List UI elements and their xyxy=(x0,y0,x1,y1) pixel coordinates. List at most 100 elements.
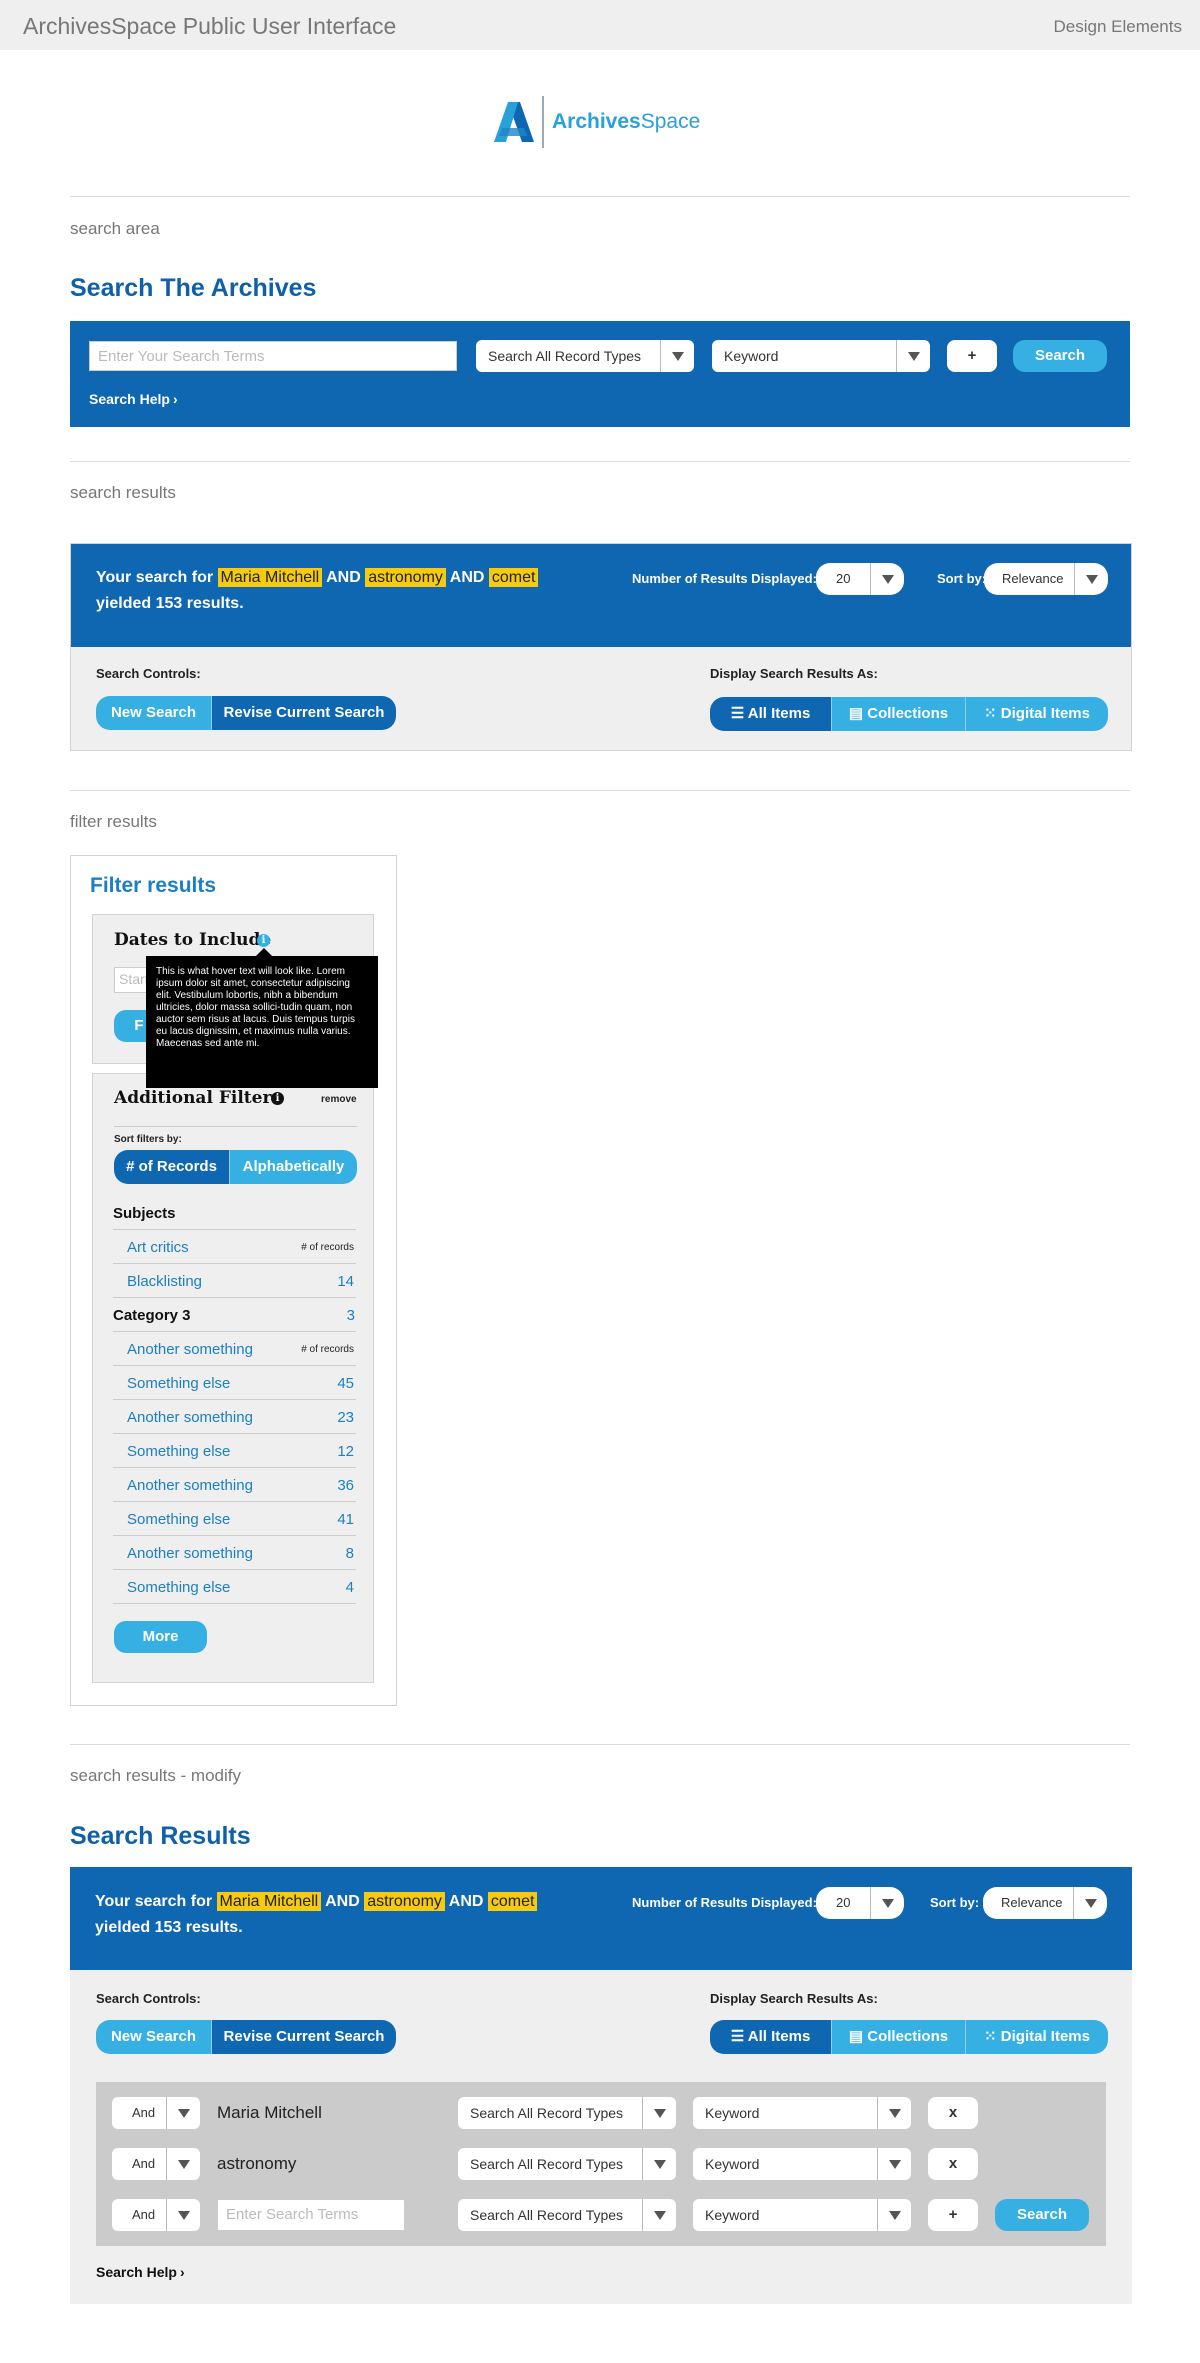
search-terms-input[interactable]: Enter Your Search Terms xyxy=(89,341,457,371)
search-help-link[interactable]: Search Help › xyxy=(96,2264,185,2280)
remove-row-button[interactable]: x xyxy=(928,2097,978,2129)
field-select[interactable]: Keyword xyxy=(693,2097,911,2129)
top-bar: ArchivesSpace Public User Interface Desi… xyxy=(0,0,1200,50)
results-per-page-value: 20 xyxy=(836,571,851,586)
chevron-down-icon xyxy=(642,2097,676,2129)
sort-alphabetically-button[interactable]: Alphabetically xyxy=(229,1150,357,1184)
design-elements-link[interactable]: Design Elements xyxy=(1053,17,1182,37)
results-per-page-select[interactable]: 20 xyxy=(816,563,904,595)
results-displayed-label: Number of Results Displayed: xyxy=(632,571,817,586)
search-button[interactable]: Search xyxy=(995,2199,1089,2231)
field-select[interactable]: Keyword xyxy=(712,340,930,372)
sort-by-value: Relevance xyxy=(1001,1895,1063,1910)
document-icon: ▤ xyxy=(848,2028,868,2045)
info-tooltip: This is what hover text will look like. … xyxy=(146,948,378,1088)
chevron-down-icon xyxy=(166,2199,200,2231)
sort-by-label: Sort by: xyxy=(930,1895,980,1910)
dates-title: Dates to Include xyxy=(114,930,272,950)
document-icon: ▤ xyxy=(848,705,868,722)
search-term-highlight: Maria Mitchell xyxy=(217,568,323,587)
record-type-select[interactable]: Search All Record Types xyxy=(458,2097,676,2129)
boolean-operator-select[interactable]: And xyxy=(112,2097,200,2129)
logo-divider xyxy=(542,96,544,148)
grid-icon: ⁙ xyxy=(984,705,1001,722)
filter-facet-row[interactable]: Something else 45 xyxy=(113,1366,356,1400)
view-collections-tab[interactable]: ▤ Collections xyxy=(831,2020,965,2054)
section-divider xyxy=(70,1744,1130,1745)
revise-search-button[interactable]: Revise Current Search xyxy=(211,696,396,730)
record-type-select[interactable]: Search All Record Types xyxy=(458,2199,676,2231)
boolean-operator-select[interactable]: And xyxy=(112,2148,200,2180)
info-icon[interactable]: i xyxy=(257,934,270,947)
search-button[interactable]: Search xyxy=(1013,340,1107,372)
field-value: Keyword xyxy=(724,348,779,364)
query-term[interactable]: Maria Mitchell xyxy=(217,2103,322,2123)
chevron-down-icon xyxy=(1073,1887,1107,1919)
chevron-down-icon xyxy=(166,2148,200,2180)
more-filters-button[interactable]: More xyxy=(114,1621,207,1653)
record-type-select[interactable]: Search All Record Types xyxy=(476,340,694,372)
results-count: yielded 153 results. xyxy=(95,1919,243,1936)
view-digital-items-tab[interactable]: ⁙ Digital Items xyxy=(965,2020,1108,2054)
results-per-page-value: 20 xyxy=(836,1895,851,1910)
additional-filters-title: Additional Filters xyxy=(114,1088,282,1108)
filter-facet-row[interactable]: Blacklisting 14 xyxy=(113,1264,356,1298)
search-term-highlight: Maria Mitchell xyxy=(216,1892,322,1911)
search-term-highlight: comet xyxy=(488,568,539,587)
filter-facet-row[interactable]: Art critics # of records xyxy=(113,1230,356,1264)
search-controls-label: Search Controls: xyxy=(96,666,201,681)
results-displayed-label: Number of Results Displayed: xyxy=(632,1895,817,1910)
display-mode-toggle: ☰ All Items ▤ Collections ⁙ Digital Item… xyxy=(710,697,1108,731)
search-term-highlight: astronomy xyxy=(365,568,446,587)
chevron-down-icon xyxy=(660,340,694,372)
field-select[interactable]: Keyword xyxy=(693,2148,911,2180)
sort-by-records-button[interactable]: # of Records xyxy=(114,1150,229,1184)
archivesspace-logo[interactable]: ArchivesSpace xyxy=(494,96,714,148)
additional-filters-panel: Additional Filters i remove Sort filters… xyxy=(92,1073,374,1683)
new-search-button[interactable]: New Search xyxy=(96,696,211,730)
section-label-search-modify: search results - modify xyxy=(70,1766,241,1785)
filter-facet-row[interactable]: Another something 23 xyxy=(113,1400,356,1434)
filter-facet-row[interactable]: Something else 41 xyxy=(113,1502,356,1536)
chevron-down-icon xyxy=(642,2148,676,2180)
section-label-filter-results: filter results xyxy=(70,812,157,831)
archivesspace-logo-icon xyxy=(494,102,534,142)
query-term-input[interactable]: Enter Search Terms xyxy=(217,2199,405,2231)
sort-by-select[interactable]: Relevance xyxy=(983,1887,1107,1919)
section-divider xyxy=(70,461,1130,462)
sort-filters-toggle: # of Records Alphabetically xyxy=(114,1150,357,1184)
query-term[interactable]: astronomy xyxy=(217,2154,296,2174)
field-select[interactable]: Keyword xyxy=(693,2199,911,2231)
filter-facet-row[interactable]: Something else 4 xyxy=(113,1570,356,1604)
filter-facet-row[interactable]: Another something 36 xyxy=(113,1468,356,1502)
add-row-button[interactable]: + xyxy=(947,340,997,372)
chevron-down-icon xyxy=(877,2199,911,2231)
view-all-items-tab[interactable]: ☰ All Items xyxy=(710,2020,831,2054)
sort-by-select[interactable]: Relevance xyxy=(984,563,1108,595)
app-title: ArchivesSpace Public User Interface xyxy=(23,13,397,39)
add-row-button[interactable]: + xyxy=(928,2199,978,2231)
category-3-heading: Category 3 xyxy=(113,1307,191,1324)
subjects-heading: Subjects xyxy=(113,1205,176,1222)
search-controls-toggle: New Search Revise Current Search xyxy=(96,696,396,730)
view-digital-items-tab[interactable]: ⁙ Digital Items xyxy=(965,697,1108,731)
category-3-count: 3 xyxy=(346,1307,355,1324)
filter-facet-row[interactable]: Something else 12 xyxy=(113,1434,356,1468)
remove-row-button[interactable]: x xyxy=(928,2148,978,2180)
chevron-down-icon xyxy=(877,2148,911,2180)
results-per-page-select[interactable]: 20 xyxy=(816,1887,904,1919)
filter-facet-row[interactable]: Another something # of records xyxy=(113,1332,356,1366)
view-all-items-tab[interactable]: ☰ All Items xyxy=(710,697,831,731)
record-type-select[interactable]: Search All Record Types xyxy=(458,2148,676,2180)
chevron-down-icon xyxy=(877,2097,911,2129)
search-help-link[interactable]: Search Help › xyxy=(89,391,178,407)
chevron-down-icon xyxy=(1074,563,1108,595)
section-label-search-area: search area xyxy=(70,219,160,238)
boolean-operator-select[interactable]: And xyxy=(112,2199,200,2231)
info-icon[interactable]: i xyxy=(271,1092,284,1105)
filter-facet-row[interactable]: Another something 8 xyxy=(113,1536,356,1570)
remove-filters-link[interactable]: remove xyxy=(321,1094,357,1105)
view-collections-tab[interactable]: ▤ Collections xyxy=(831,697,965,731)
new-search-button[interactable]: New Search xyxy=(96,2020,211,2054)
revise-search-button[interactable]: Revise Current Search xyxy=(211,2020,396,2054)
